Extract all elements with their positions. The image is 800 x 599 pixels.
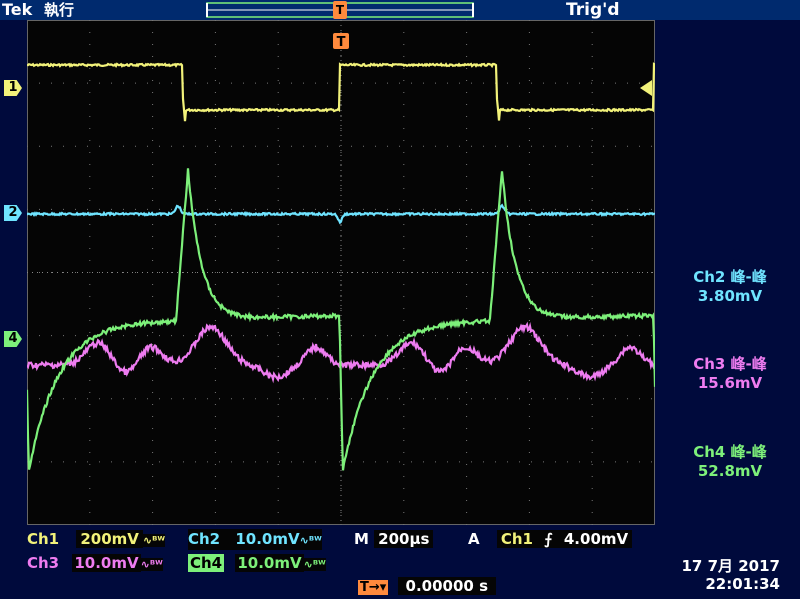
ch4-scale: 10.0mV [235, 554, 304, 572]
measurement-ch4-title: Ch4 峰-峰 [693, 443, 767, 461]
ch3-bandwidth-icon: ∿ᴮᵂ [140, 558, 163, 571]
ch1-settings[interactable]: Ch1 200mV ∿ᴮᵂ [27, 529, 166, 550]
ch4-marker-icon[interactable]: 4 [4, 331, 22, 347]
ch1-marker-label: 1 [8, 80, 18, 95]
measurement-ch3-title: Ch3 峰-峰 [693, 355, 767, 373]
ch4-settings[interactable]: Ch4 10.0mV ∿ᴮᵂ [188, 553, 326, 574]
brand-label: Tek [2, 0, 33, 19]
trigger-label: A [468, 530, 480, 548]
timebase-value: 200µs [374, 530, 434, 548]
status-bar: Tek 執行 T Trig'd [0, 0, 800, 20]
ch2-scale: 10.0mV [235, 530, 300, 548]
acquisition-mode: 執行 [44, 1, 75, 19]
ch4-bandwidth-icon: ∿ᴮᵂ [303, 558, 326, 571]
ch2-settings[interactable]: Ch2 10.0mV∿ᴮᵂ [188, 529, 322, 550]
ch4-label: Ch4 [188, 554, 225, 572]
ch4-marker-label: 4 [8, 331, 18, 346]
time-label: 22:01:34 [705, 575, 780, 593]
ch2-trace [27, 203, 655, 225]
measurement-ch2: Ch2 峰-峰 3.80mV [660, 268, 800, 306]
measurement-ch2-title: Ch2 峰-峰 [693, 268, 767, 286]
trigger-position-top-icon: T [333, 1, 347, 19]
timebase-settings[interactable]: M 200µs [354, 529, 434, 550]
trigger-status: Trig'd [566, 0, 620, 20]
horizontal-position[interactable]: T→▾ 0.00000 s [358, 576, 497, 597]
ch1-label: Ch1 [27, 530, 60, 548]
measurement-ch3-value: 15.6mV [697, 374, 763, 392]
ch1-marker-icon[interactable]: 1 [4, 80, 22, 96]
trigger-position-icon: T [333, 33, 349, 50]
ch2-marker-label: 2 [8, 205, 18, 220]
trigger-slope-icon: ⨍ [544, 530, 553, 548]
trigger-level-arrow-icon[interactable] [638, 80, 652, 96]
measurement-ch4-value: 52.8mV [697, 462, 763, 480]
trigger-level: 4.00mV [563, 530, 629, 548]
ch3-settings[interactable]: Ch3 10.0mV ∿ᴮᵂ [27, 553, 163, 574]
scope-graticule: T [27, 20, 655, 525]
ch2-marker-icon[interactable]: 2 [4, 205, 22, 221]
trigger-source: Ch1 [500, 530, 533, 548]
ch2-bandwidth-icon: ∿ᴮᵂ [299, 534, 322, 547]
date-time: 17 7月 2017 22:01:34 [670, 557, 780, 593]
ch3-scale: 10.0mV [72, 554, 141, 572]
measurement-ch2-value: 3.80mV [697, 287, 763, 305]
trigger-settings[interactable]: A Ch1 ⨍ 4.00mV [468, 529, 633, 550]
ch1-bandwidth-icon: ∿ᴮᵂ [142, 534, 166, 547]
horizontal-position-icon: T→▾ [358, 580, 389, 595]
measurement-ch3: Ch3 峰-峰 15.6mV [660, 355, 800, 393]
measurement-ch4: Ch4 峰-峰 52.8mV [660, 443, 800, 481]
date-label: 17 7月 2017 [681, 557, 780, 575]
timebase-label: M [354, 530, 369, 548]
ch3-label: Ch3 [27, 554, 60, 572]
ch1-scale: 200mV [76, 530, 143, 548]
ch2-label: Ch2 [188, 530, 221, 548]
horizontal-position-value: 0.00000 s [397, 577, 497, 595]
waveform-display[interactable]: T [27, 20, 655, 525]
svg-text:T: T [337, 35, 346, 50]
